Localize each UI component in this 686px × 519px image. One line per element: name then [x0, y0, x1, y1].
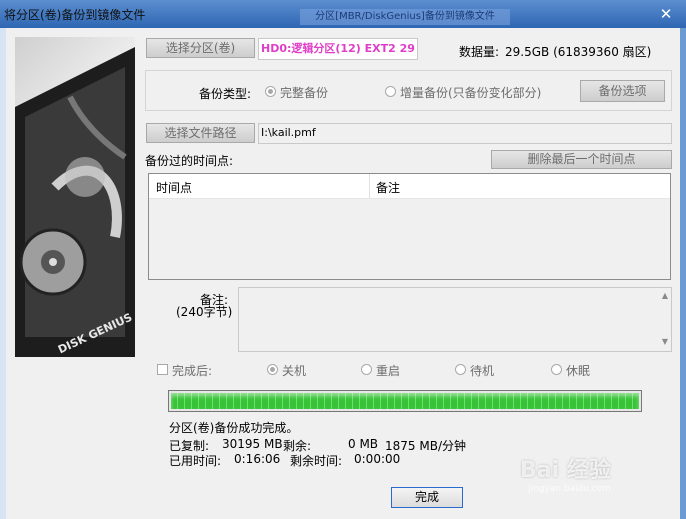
progress-bar — [168, 390, 642, 412]
copied-value: 30195 MB — [222, 437, 283, 451]
backup-options-button[interactable]: 备份选项 — [580, 80, 665, 102]
timepoints-table-header: 时间点 备注 — [149, 174, 670, 199]
notes-textarea[interactable]: ▲ ▼ — [238, 287, 672, 352]
baidu-jingyan-watermark: Bai 经验 — [520, 458, 611, 483]
standby-label: 待机 — [470, 364, 495, 378]
file-path-field: I:\kail.pmf — [258, 123, 672, 144]
remaining-value: 0 MB — [348, 437, 379, 451]
status-text: 分区(卷)备份成功完成。 — [169, 421, 299, 435]
close-icon[interactable]: ✕ — [658, 6, 674, 22]
watermark-url: jingyan.baidu.com — [528, 484, 612, 494]
timepoints-label: 备份过的时间点: — [145, 154, 234, 168]
hibernate-label: 休眠 — [566, 364, 591, 378]
hard-disk-drawing — [15, 47, 135, 357]
hard-disk-image: DISK GENIUS — [15, 37, 135, 357]
partition-field: HD0:逻辑分区(12) EXT2 29 — [258, 38, 418, 60]
timepoints-table[interactable]: 时间点 备注 — [148, 173, 671, 280]
background-window-right — [680, 28, 686, 519]
full-backup-radio[interactable] — [265, 86, 276, 97]
scroll-up-icon[interactable]: ▲ — [659, 291, 671, 303]
time-left-value: 0:00:00 — [354, 452, 401, 466]
finish-button[interactable]: 完成 — [391, 487, 463, 508]
window-title: 将分区(卷)备份到镜像文件 — [4, 8, 146, 22]
time-left-label: 剩余时间: — [290, 454, 343, 468]
data-size-label: 数据量: — [459, 45, 500, 59]
delete-last-timepoint-button[interactable]: 删除最后一个时间点 — [491, 150, 672, 169]
restart-label: 重启 — [376, 364, 401, 378]
restart-radio[interactable] — [361, 364, 372, 375]
progress-bar-fill — [171, 393, 639, 409]
incremental-backup-label: 增量备份(只备份变化部分) — [400, 86, 542, 100]
after-completion-checkbox[interactable] — [157, 364, 168, 375]
data-size-value: 29.5GB (61839360 扇区) — [505, 45, 652, 59]
full-backup-label: 完整备份 — [280, 86, 329, 100]
standby-radio[interactable] — [455, 364, 466, 375]
column-separator — [369, 174, 370, 198]
incremental-backup-radio[interactable] — [385, 86, 396, 97]
column-header-timepoint[interactable]: 时间点 — [156, 179, 192, 196]
hibernate-radio[interactable] — [551, 364, 562, 375]
shutdown-label: 关机 — [282, 364, 307, 378]
elapsed-label: 已用时间: — [169, 454, 222, 468]
shutdown-radio[interactable] — [267, 364, 278, 375]
select-partition-button[interactable]: 选择分区(卷) — [146, 38, 255, 58]
background-window-title: 分区[MBR/DiskGenius]备份到镜像文件 — [300, 9, 510, 25]
backup-type-label: 备份类型: — [199, 87, 252, 101]
column-header-notes[interactable]: 备注 — [376, 179, 400, 196]
elapsed-value: 0:16:06 — [234, 452, 281, 466]
notes-size-hint: (240字节) — [176, 305, 233, 319]
select-file-path-button[interactable]: 选择文件路径 — [146, 123, 255, 143]
after-completion-label: 完成后: — [172, 364, 213, 378]
scroll-down-icon[interactable]: ▼ — [659, 337, 671, 349]
